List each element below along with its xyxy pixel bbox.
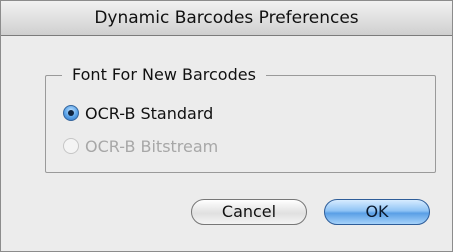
radio-unselected-icon (63, 138, 79, 154)
cancel-button[interactable]: Cancel (191, 199, 307, 225)
radio-label-ocr-b-standard[interactable]: OCR-B Standard (85, 103, 213, 125)
preferences-dialog: Dynamic Barcodes Preferences Font For Ne… (0, 0, 453, 252)
font-group-legend: Font For New Barcodes (62, 63, 266, 87)
title-bar[interactable]: Dynamic Barcodes Preferences (1, 1, 452, 36)
radio-selected-icon[interactable] (63, 105, 79, 121)
window-title: Dynamic Barcodes Preferences (94, 8, 359, 28)
ok-button[interactable]: OK (324, 199, 430, 225)
radio-label-ocr-b-bitstream: OCR-B Bitstream (85, 137, 219, 156)
